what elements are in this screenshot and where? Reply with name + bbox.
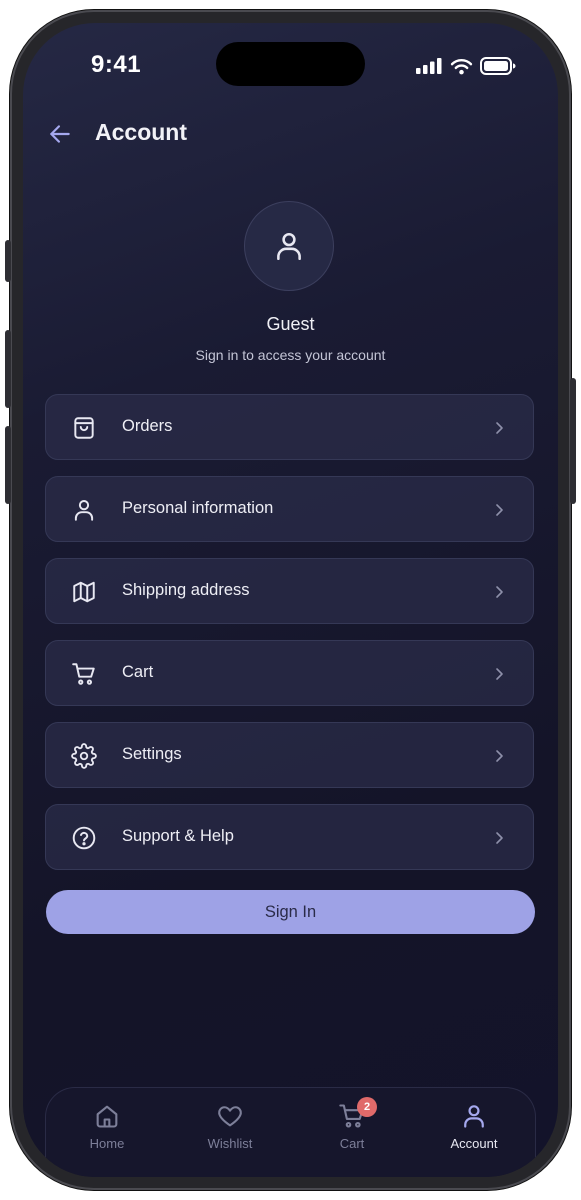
menu-item-label: Personal information <box>122 499 274 517</box>
volume-down-button <box>5 426 11 504</box>
menu-item-label: Support & Help <box>122 827 234 845</box>
page-title: Account <box>95 119 187 145</box>
header: Account <box>23 115 558 155</box>
menu-item-personal-information[interactable]: Personal information <box>45 476 534 542</box>
home-icon <box>96 1105 118 1128</box>
power-button <box>570 378 576 504</box>
menu-item-label: Settings <box>122 745 182 763</box>
tab-home[interactable]: Home <box>62 1102 152 1162</box>
map-icon <box>73 581 95 603</box>
profile-subtitle: Sign in to access your account <box>195 347 386 363</box>
tab-label: Wishlist <box>207 1136 253 1151</box>
status-bar: 9:41 <box>23 23 558 93</box>
menu-item-label: Orders <box>122 417 173 435</box>
status-icons <box>416 57 516 75</box>
cart-icon <box>72 663 95 685</box>
heart-icon <box>218 1106 242 1127</box>
avatar <box>244 201 334 291</box>
action-button <box>5 240 11 282</box>
tab-label: Home <box>89 1136 125 1151</box>
tab-label: Account <box>450 1136 498 1151</box>
dynamic-island <box>216 42 365 86</box>
chevron-right-icon <box>496 668 503 680</box>
status-time: 9:41 <box>91 51 142 78</box>
menu-item-support-help[interactable]: Support & Help <box>45 804 534 870</box>
cart-badge: 2 <box>357 1097 377 1117</box>
profile-name: Guest <box>266 314 315 334</box>
screen: 9:41 Account Guest Sign in to access you… <box>23 23 558 1177</box>
chevron-right-icon <box>496 750 503 762</box>
menu-item-label: Cart <box>122 663 154 681</box>
gear-icon <box>71 743 97 769</box>
help-circle-icon <box>72 826 96 850</box>
tab-account[interactable]: Account <box>429 1102 519 1162</box>
tab-cart[interactable]: 2 Cart <box>307 1097 397 1162</box>
user-icon <box>277 232 301 261</box>
menu-item-cart[interactable]: Cart <box>45 640 534 706</box>
chevron-right-icon <box>496 586 503 598</box>
tab-bar: Home Wishlist 2 Cart Account <box>45 1087 536 1177</box>
volume-up-button <box>5 330 11 408</box>
menu-item-label: Shipping address <box>122 581 250 599</box>
chevron-right-icon <box>496 504 503 516</box>
tab-label: Cart <box>339 1136 365 1151</box>
menu-item-settings[interactable]: Settings <box>45 722 534 788</box>
cellular-signal-icon <box>416 58 442 74</box>
battery-icon <box>480 57 516 75</box>
sign-in-button[interactable]: Sign In <box>46 890 535 934</box>
shopping-bag-icon <box>74 417 94 439</box>
back-arrow-icon[interactable] <box>47 121 73 147</box>
chevron-right-icon <box>496 832 503 844</box>
menu-item-shipping-address[interactable]: Shipping address <box>45 558 534 624</box>
menu-item-orders[interactable]: Orders <box>45 394 534 460</box>
user-icon <box>74 500 94 521</box>
user-icon <box>464 1105 484 1128</box>
tab-wishlist[interactable]: Wishlist <box>185 1102 275 1162</box>
chevron-right-icon <box>496 422 503 434</box>
wifi-icon <box>450 58 473 74</box>
